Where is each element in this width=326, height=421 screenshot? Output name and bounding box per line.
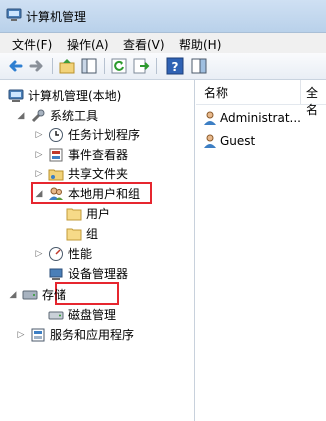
list-item-guest[interactable]: Guest [196, 131, 326, 151]
up-folder-icon[interactable] [58, 57, 76, 75]
tree-item-label: 组 [86, 227, 99, 241]
toolbar: ? [0, 53, 326, 80]
menu-action[interactable]: 操作(A) [67, 36, 109, 53]
tools-icon [31, 109, 45, 123]
tree-item-system-tools[interactable]: ◢ 系统工具 [16, 106, 186, 126]
collapse-arrow-icon[interactable]: ◢ [8, 285, 18, 305]
tree-item-shared-folders[interactable]: ▷ 共享文件夹 [34, 164, 189, 184]
expand-arrow-icon[interactable]: ▷ [34, 164, 44, 184]
expand-arrow-icon[interactable]: ▷ [16, 325, 26, 345]
tree-item-groups[interactable]: 组 [66, 224, 126, 244]
export-list-icon[interactable] [132, 57, 150, 75]
toolbar-separator [104, 58, 105, 74]
menu-bar: 文件(F) 操作(A) 查看(V) 帮助(H) [0, 33, 326, 53]
user-icon [204, 134, 216, 148]
column-header-name[interactable]: 名称 [204, 84, 228, 101]
expand-arrow-icon[interactable]: ▷ [34, 244, 44, 264]
tree-item-label: 任务计划程序 [68, 128, 141, 142]
menu-file[interactable]: 文件(F) [12, 36, 52, 53]
tree-item-label: 事件查看器 [68, 148, 129, 162]
tree-item-label: 性能 [68, 247, 93, 261]
disk-icon [48, 311, 64, 320]
tree-item-label: 用户 [86, 207, 111, 221]
back-icon[interactable] [6, 57, 24, 75]
performance-icon [49, 247, 63, 261]
folder-icon [66, 228, 82, 241]
expand-arrow-icon[interactable]: ▷ [34, 125, 44, 145]
computer-management-icon [6, 8, 22, 21]
tree-item-label: 存储 [42, 288, 67, 302]
list-header: 名称 全名 [196, 80, 326, 117]
tree-item-services-apps[interactable]: ▷ 服务和应用程序 [16, 325, 188, 345]
console-tree: 计算机管理(本地) ◢ 系统工具 ▷ 任务计划程序 ▷ 事件查看器 ▷ 共享文件… [0, 80, 195, 421]
tree-item-label: 系统工具 [50, 109, 99, 123]
highlight-box-local-users-groups [31, 182, 152, 204]
svg-text:?: ? [172, 60, 179, 74]
tree-item-users[interactable]: 用户 [66, 204, 126, 224]
column-divider[interactable] [300, 80, 301, 104]
event-viewer-icon [49, 148, 63, 162]
storage-icon [22, 290, 38, 300]
tree-item-label: 磁盘管理 [68, 308, 117, 322]
expand-arrow-icon[interactable]: ▷ [34, 145, 44, 165]
computer-management-icon [8, 89, 24, 102]
details-list: 名称 全名 Administrat... Guest [196, 80, 326, 421]
shared-folder-icon [48, 169, 64, 181]
title-bar: 计算机管理 [0, 0, 326, 33]
tree-item-storage[interactable]: ◢ 存储 [8, 285, 188, 305]
forward-icon[interactable] [28, 57, 46, 75]
folder-icon [66, 208, 82, 221]
collapse-arrow-icon[interactable]: ◢ [16, 106, 26, 126]
menu-view[interactable]: 查看(V) [123, 36, 165, 53]
clock-icon [49, 128, 63, 142]
tree-item-performance[interactable]: ▷ 性能 [34, 244, 189, 264]
show-hide-tree-icon[interactable] [80, 57, 98, 75]
window-title: 计算机管理 [26, 10, 87, 24]
toolbar-separator [52, 58, 53, 74]
services-icon [31, 328, 45, 342]
device-manager-icon [49, 268, 63, 280]
toolbar-separator [156, 58, 157, 74]
list-item-label: Guest [220, 134, 256, 148]
tree-item-event-viewer[interactable]: ▷ 事件查看器 [34, 145, 189, 165]
user-icon [204, 111, 216, 125]
tree-item-label: 计算机管理(本地) [28, 89, 122, 103]
tree-item-task-scheduler[interactable]: ▷ 任务计划程序 [34, 125, 189, 145]
list-item-label: Administrat... [220, 111, 301, 125]
tree-item-label: 共享文件夹 [68, 167, 129, 181]
menu-help[interactable]: 帮助(H) [179, 36, 221, 53]
properties-pane-icon[interactable] [190, 57, 208, 75]
help-icon[interactable]: ? [166, 57, 184, 75]
tree-item-device-manager[interactable]: 设备管理器 [48, 264, 188, 284]
tree-item-label: 设备管理器 [68, 267, 129, 281]
tree-item-disk-management[interactable]: 磁盘管理 [48, 305, 188, 325]
list-item-administrator[interactable]: Administrat... [196, 108, 326, 128]
tree-item-label: 服务和应用程序 [50, 328, 135, 342]
tree-item-computer-management[interactable]: 计算机管理(本地) [8, 86, 188, 106]
refresh-icon[interactable] [110, 57, 128, 75]
